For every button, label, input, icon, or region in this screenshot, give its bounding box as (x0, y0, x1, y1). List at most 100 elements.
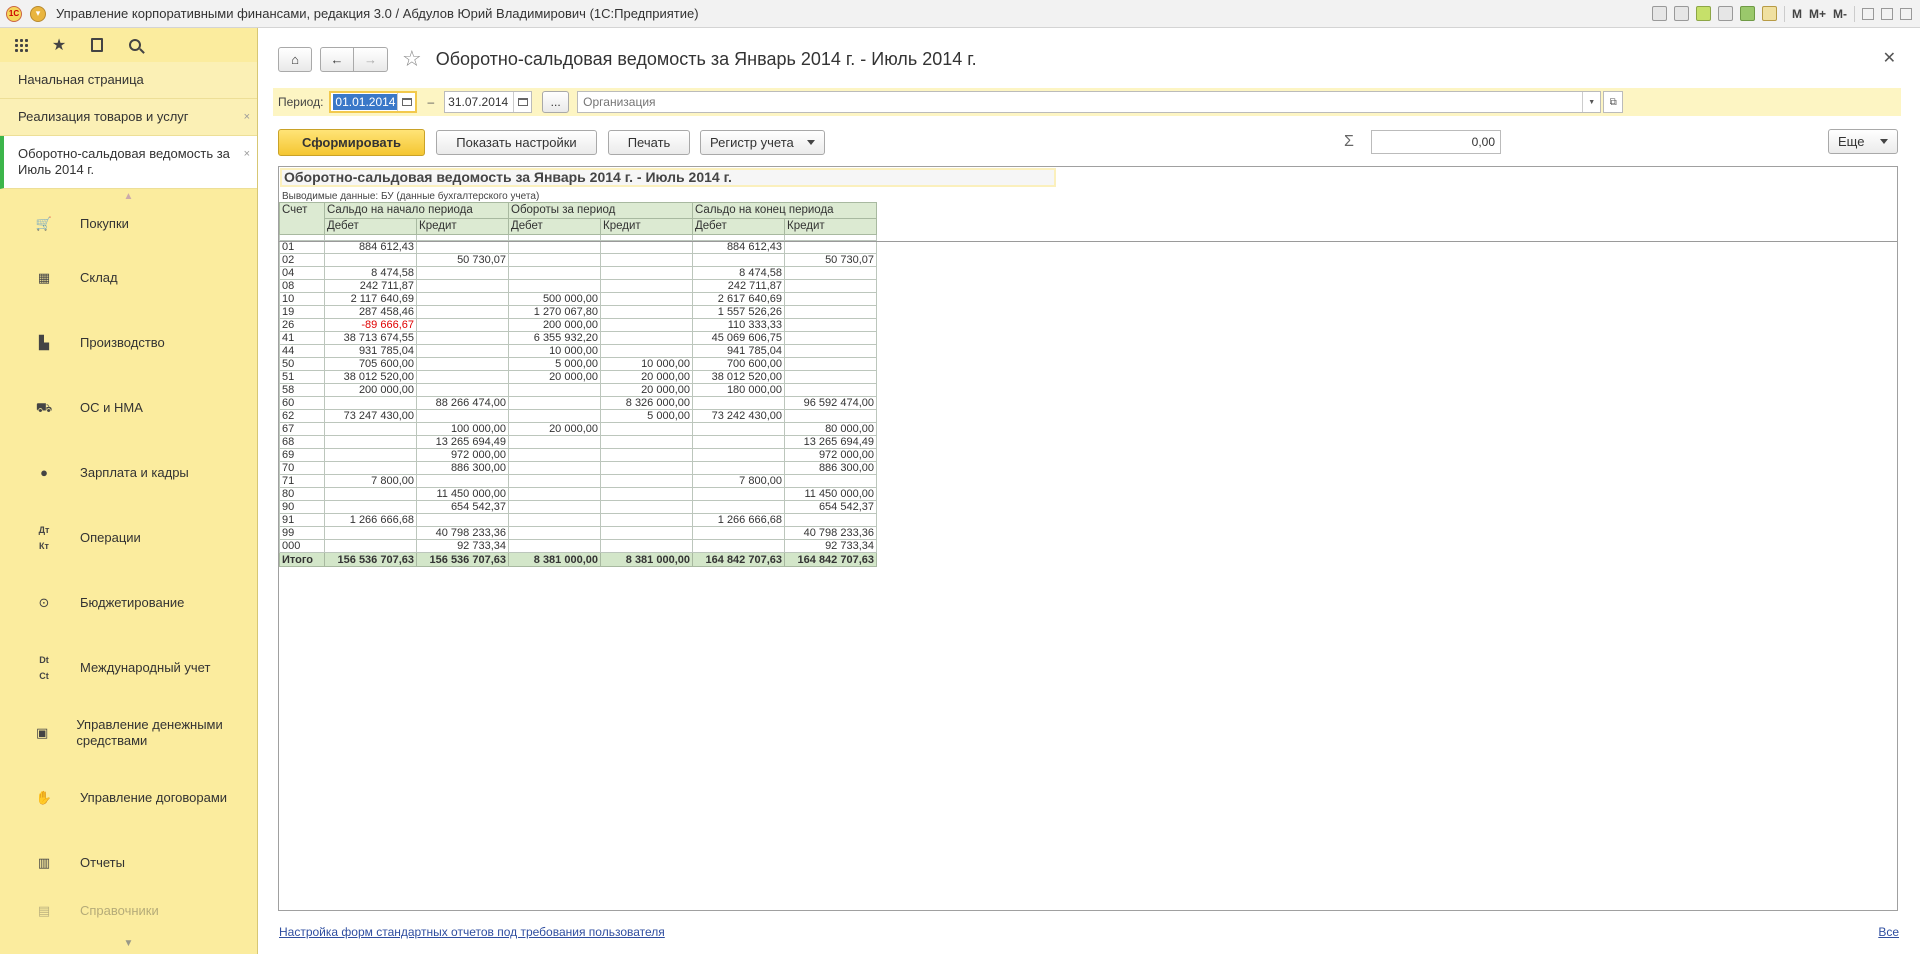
opening-credit-cell[interactable] (416, 383, 509, 397)
closing-debit-cell[interactable]: 2 617 640,69 (692, 292, 785, 306)
closing-credit-cell[interactable] (784, 331, 877, 345)
turnover-debit-cell[interactable] (508, 435, 601, 449)
account-cell[interactable]: 69 (279, 448, 325, 462)
turnover-credit-cell[interactable] (600, 422, 693, 436)
closing-credit-cell[interactable] (784, 344, 877, 358)
turnover-debit-cell[interactable] (508, 266, 601, 280)
opening-debit-cell[interactable]: 38 713 674,55 (324, 331, 417, 345)
closing-debit-cell[interactable]: 1 266 666,68 (692, 513, 785, 527)
opening-debit-cell[interactable]: 38 012 520,00 (324, 370, 417, 384)
turnover-credit-cell[interactable] (600, 500, 693, 514)
opening-credit-cell[interactable] (416, 279, 509, 293)
account-cell[interactable]: 44 (279, 344, 325, 358)
total-turnover-credit-cell[interactable]: 8 381 000,00 (600, 552, 693, 567)
close-icon[interactable]: ✕ (1883, 48, 1896, 68)
account-cell[interactable]: 50 (279, 357, 325, 371)
scroll-up-arrow-icon[interactable]: ▲ (0, 189, 257, 203)
generate-button[interactable]: Сформировать (278, 129, 425, 156)
close-icon[interactable]: × (244, 109, 250, 125)
date-to-field[interactable]: 31.07.2014 (444, 91, 533, 113)
closing-debit-cell[interactable]: 45 069 606,75 (692, 331, 785, 345)
date-to-value[interactable]: 31.07.2014 (445, 95, 513, 109)
opening-credit-cell[interactable]: 100 000,00 (416, 422, 509, 436)
selected-sum-field[interactable]: 0,00 (1371, 130, 1501, 154)
opening-debit-cell[interactable]: -89 666,67 (324, 318, 417, 332)
opening-debit-cell[interactable]: 1 266 666,68 (324, 513, 417, 527)
turnover-debit-cell[interactable] (508, 513, 601, 527)
turnover-debit-cell[interactable]: 20 000,00 (508, 422, 601, 436)
opening-credit-cell[interactable]: 11 450 000,00 (416, 487, 509, 501)
closing-credit-cell[interactable]: 40 798 233,36 (784, 526, 877, 540)
opening-credit-cell[interactable] (416, 409, 509, 423)
opening-credit-cell[interactable] (416, 344, 509, 358)
turnover-debit-cell[interactable] (508, 474, 601, 488)
closing-debit-cell[interactable]: 700 600,00 (692, 357, 785, 371)
turnover-credit-cell[interactable] (600, 305, 693, 319)
turnover-debit-cell[interactable] (508, 539, 601, 553)
closing-debit-cell[interactable] (692, 487, 785, 501)
turnover-debit-cell[interactable] (508, 240, 601, 254)
closing-debit-cell[interactable]: 242 711,87 (692, 279, 785, 293)
account-cell[interactable]: 51 (279, 370, 325, 384)
turnover-credit-cell[interactable] (600, 448, 693, 462)
total-opening-debit-cell[interactable]: 156 536 707,63 (324, 552, 417, 567)
calendar-icon[interactable] (397, 93, 415, 111)
opening-debit-cell[interactable] (324, 435, 417, 449)
account-cell[interactable]: 60 (279, 396, 325, 410)
turnover-debit-cell[interactable] (508, 448, 601, 462)
window-close-icon[interactable] (1900, 7, 1912, 20)
closing-debit-cell[interactable]: 7 800,00 (692, 474, 785, 488)
turnover-credit-cell[interactable] (600, 253, 693, 267)
closing-credit-cell[interactable]: 886 300,00 (784, 461, 877, 475)
turnover-credit-cell[interactable] (600, 435, 693, 449)
closing-credit-cell[interactable] (784, 513, 877, 527)
closing-credit-cell[interactable]: 972 000,00 (784, 448, 877, 462)
opening-credit-cell[interactable]: 88 266 474,00 (416, 396, 509, 410)
closing-credit-cell[interactable] (784, 409, 877, 423)
account-cell[interactable]: 10 (279, 292, 325, 306)
closing-debit-cell[interactable] (692, 422, 785, 436)
closing-credit-cell[interactable]: 654 542,37 (784, 500, 877, 514)
closing-debit-cell[interactable] (692, 526, 785, 540)
turnover-credit-cell[interactable]: 5 000,00 (600, 409, 693, 423)
account-cell[interactable]: 90 (279, 500, 325, 514)
account-cell[interactable]: 08 (279, 279, 325, 293)
turnover-debit-cell[interactable]: 200 000,00 (508, 318, 601, 332)
opening-debit-cell[interactable]: 242 711,87 (324, 279, 417, 293)
opening-debit-cell[interactable] (324, 526, 417, 540)
calendar-icon[interactable] (1761, 6, 1777, 21)
section-operations[interactable]: Дт Кт Операции (0, 505, 257, 570)
turnover-debit-cell[interactable] (508, 383, 601, 397)
opening-credit-cell[interactable] (416, 370, 509, 384)
opening-debit-cell[interactable] (324, 448, 417, 462)
section-purchases[interactable]: 🛒 Покупки (0, 203, 257, 245)
main-menu-icon[interactable]: ▾ (30, 5, 46, 22)
turnover-debit-cell[interactable] (508, 500, 601, 514)
closing-credit-cell[interactable]: 92 733,34 (784, 539, 877, 553)
account-cell[interactable]: 02 (279, 253, 325, 267)
turnover-debit-cell[interactable]: 10 000,00 (508, 344, 601, 358)
opening-debit-cell[interactable] (324, 500, 417, 514)
section-reports[interactable]: ▥ Отчеты (0, 830, 257, 895)
account-cell[interactable]: 01 (279, 240, 325, 254)
closing-debit-cell[interactable]: 180 000,00 (692, 383, 785, 397)
closing-debit-cell[interactable]: 884 612,43 (692, 240, 785, 254)
opening-debit-cell[interactable] (324, 422, 417, 436)
turnover-credit-cell[interactable]: 10 000,00 (600, 357, 693, 371)
section-catalogs[interactable]: ▤ Справочники (0, 895, 257, 927)
open-tab-turnover-report[interactable]: Оборотно-сальдовая ведомость за Июль 201… (0, 136, 257, 189)
turnover-debit-cell[interactable] (508, 396, 601, 410)
print-button[interactable]: Печать (608, 130, 690, 155)
opening-credit-cell[interactable] (416, 240, 509, 254)
closing-debit-cell[interactable] (692, 461, 785, 475)
account-cell[interactable]: 04 (279, 266, 325, 280)
turnover-credit-cell[interactable] (600, 331, 693, 345)
accounting-register-button[interactable]: Регистр учета (700, 130, 825, 155)
turnover-credit-cell[interactable] (600, 461, 693, 475)
turnover-credit-cell[interactable] (600, 539, 693, 553)
section-production[interactable]: ▙ Производство (0, 310, 257, 375)
turnover-credit-cell[interactable] (600, 318, 693, 332)
open-tab-home[interactable]: Начальная страница (0, 62, 257, 99)
closing-credit-cell[interactable] (784, 279, 877, 293)
opening-credit-cell[interactable]: 92 733,34 (416, 539, 509, 553)
